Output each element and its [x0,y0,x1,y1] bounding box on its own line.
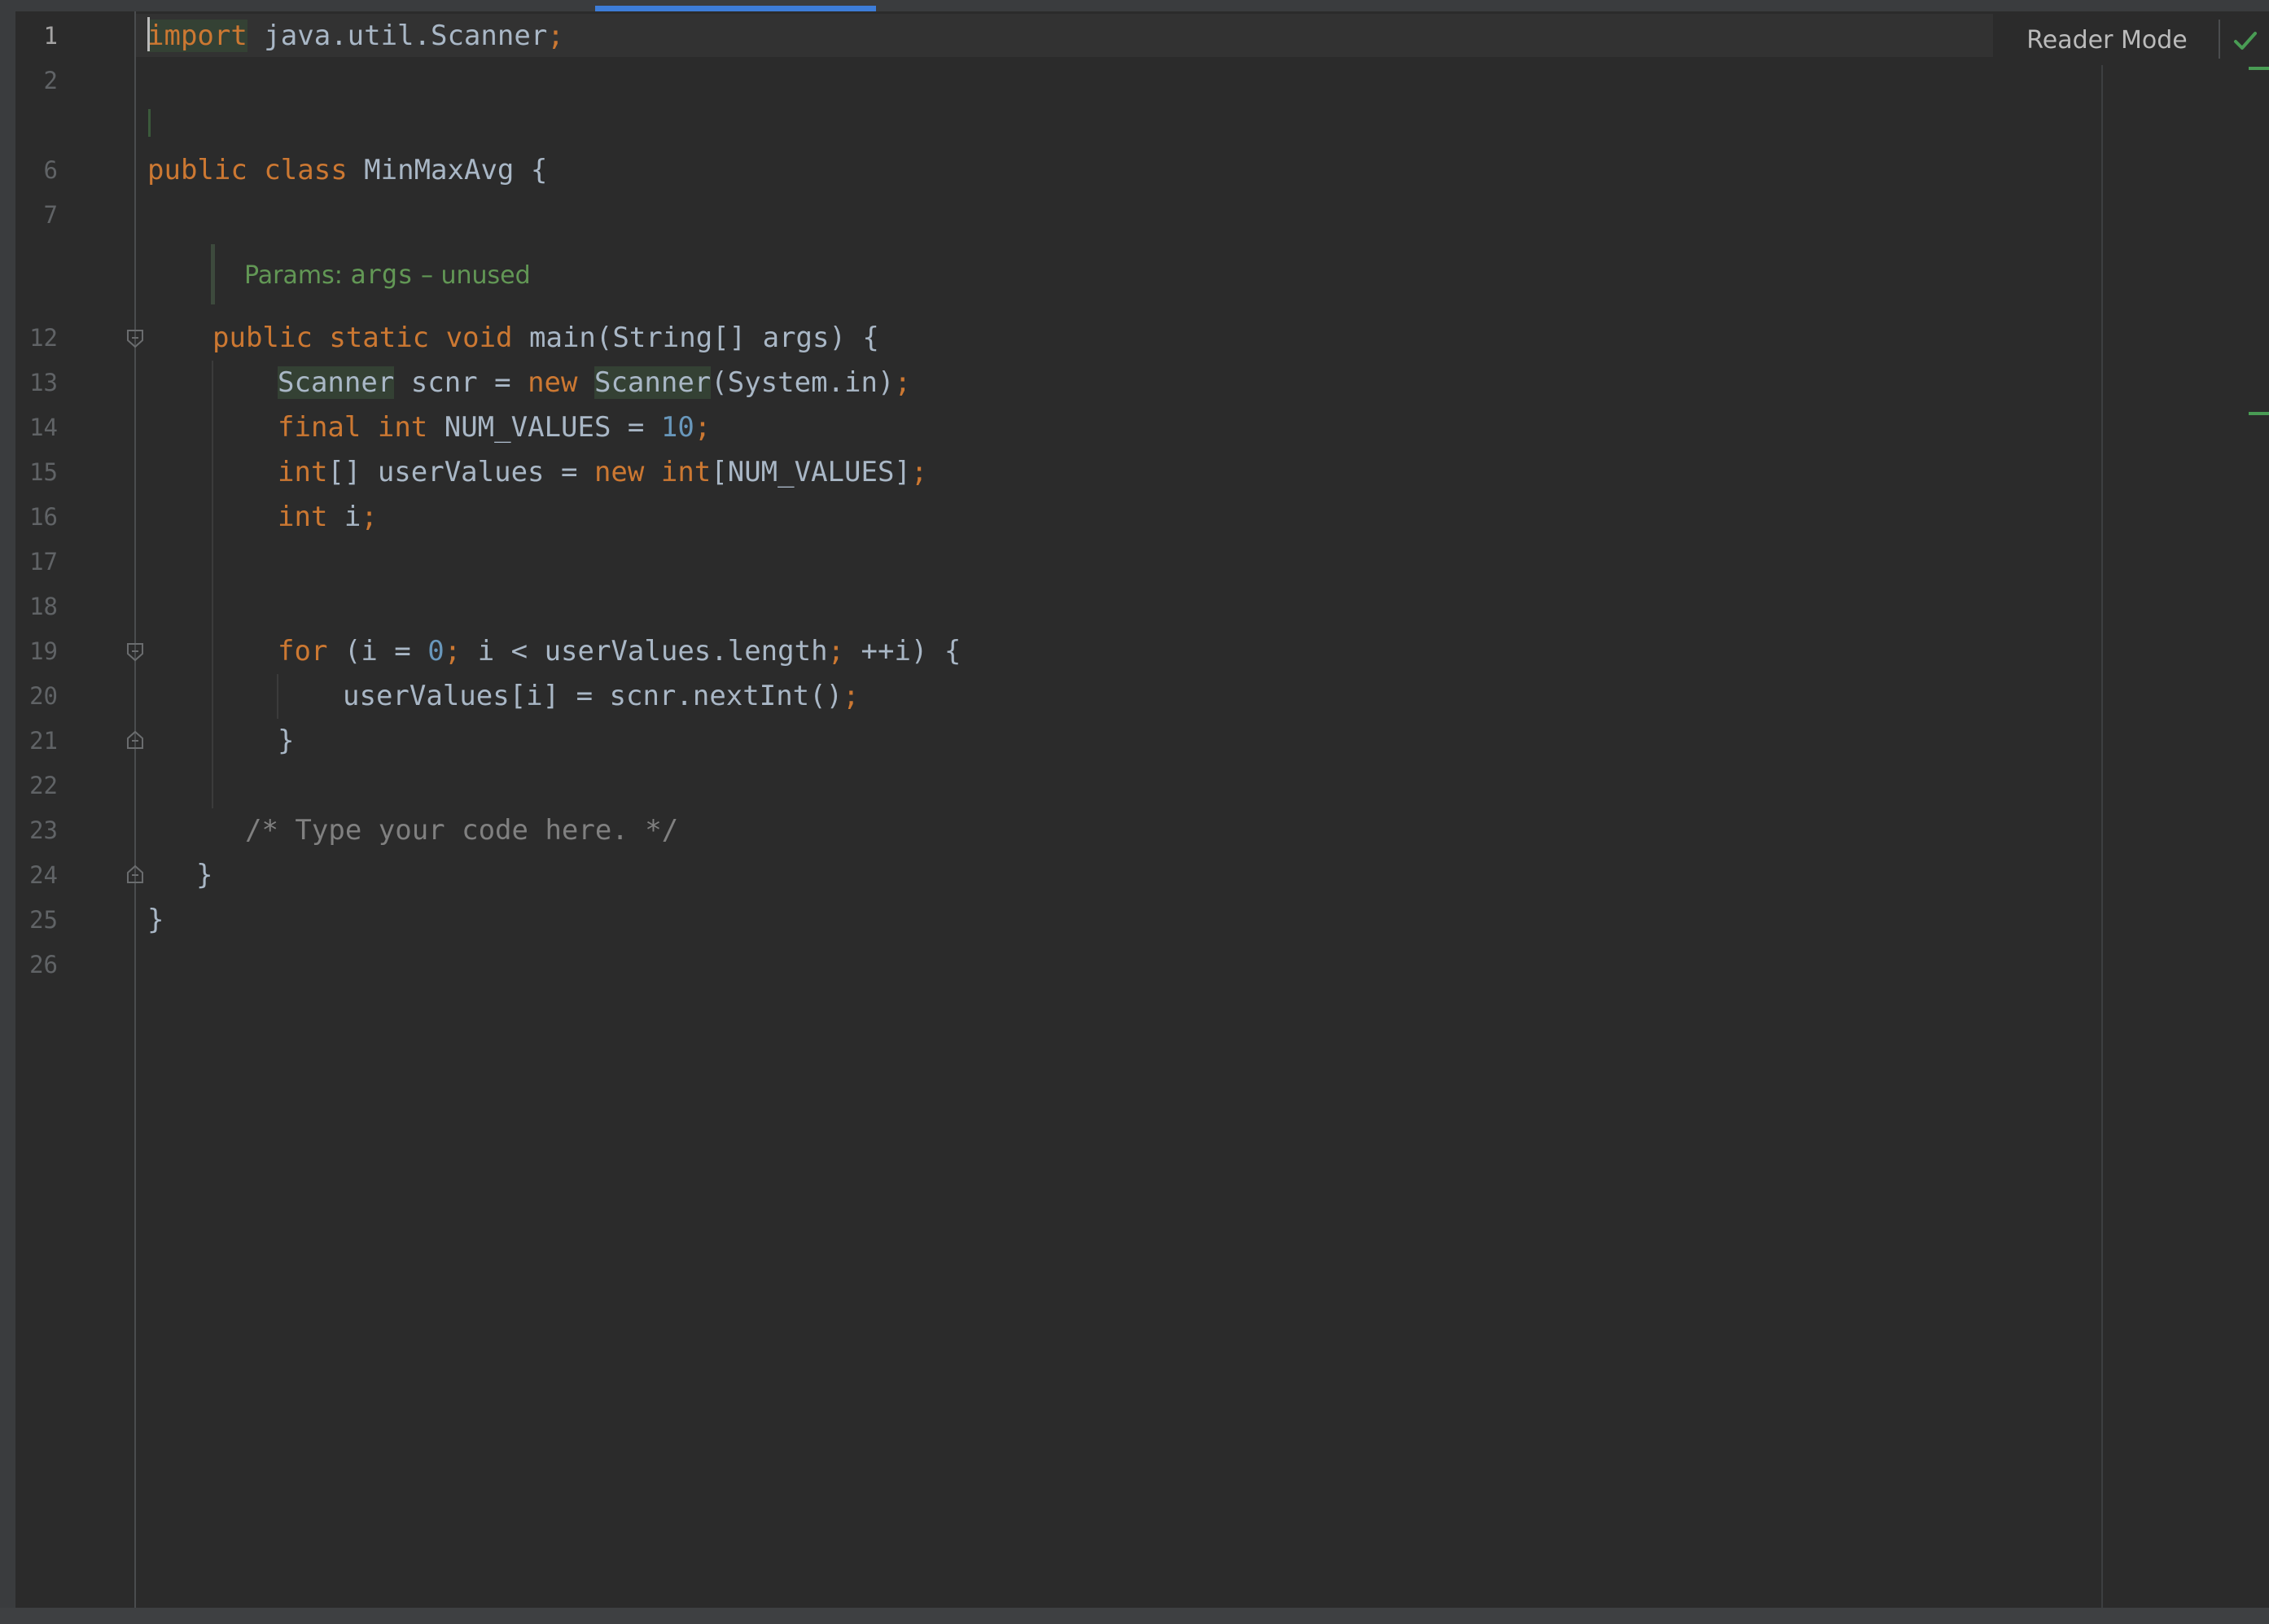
line-number: 6 [43,156,58,184]
line-number: 23 [29,816,58,844]
fold-collapse-icon[interactable] [125,641,146,663]
code-line-20[interactable]: userValues[i] = scnr.nextInt(); [343,674,860,719]
code-editor[interactable]: 1 2 6 7 12 13 14 15 16 17 18 19 20 21 22… [0,0,2269,1624]
bottom-status-strip [0,1608,2269,1624]
code-line-21[interactable]: } [278,719,294,764]
toolbar-separator [2219,20,2220,59]
scrollbar-change-marker[interactable] [2249,412,2269,415]
scrollbar-change-marker[interactable] [2249,67,2269,70]
line-number: 18 [29,593,58,620]
left-tool-strip [0,0,15,1624]
line-number: 21 [29,727,58,755]
line-number: 25 [29,906,58,934]
fold-end-icon[interactable] [125,729,146,751]
code-line-24[interactable]: } [196,853,212,898]
code-line-16[interactable]: int i; [278,495,378,540]
inlay-hint-bar [211,244,215,304]
code-line-13[interactable]: Scanner scnr = new Scanner(System.in); [278,361,911,405]
fold-collapse-icon[interactable] [125,328,146,349]
line-number: 24 [29,861,58,889]
code-line-14[interactable]: final int NUM_VALUES = 10; [278,405,711,450]
active-tab-indicator [595,6,876,11]
line-number: 14 [29,414,58,441]
code-line-23[interactable]: /* Type your code here. */ [245,808,678,853]
fold-end-icon[interactable] [125,864,146,885]
import-keyword: import [147,20,247,52]
line-number: 20 [29,682,58,710]
indent-guide [277,674,278,719]
check-icon[interactable] [2231,26,2260,55]
line-number: 17 [29,548,58,576]
text-caret [147,17,150,51]
line-number: 13 [29,369,58,396]
line-number: 22 [29,772,58,799]
line-number: 2 [43,67,58,94]
right-margin-guide [2101,49,2103,1608]
param-inlay-hint: Params: args – unused [244,259,531,290]
code-line-1[interactable]: import java.util.Scanner; [147,14,564,59]
code-line-6[interactable]: public class MinMaxAvg { [147,148,547,193]
gutter-divider [134,11,136,1608]
empty-line-marker [148,109,151,137]
code-line-15[interactable]: int[] userValues = new int[NUM_VALUES]; [278,450,927,495]
tab-bar [0,0,2269,11]
reader-mode-button[interactable]: Reader Mode [1993,16,2221,65]
line-number: 1 [43,22,58,50]
indent-guide [212,361,213,808]
line-number: 12 [29,324,58,352]
code-line-12[interactable]: public static void main(String[] args) { [212,316,879,361]
line-number: 26 [29,951,58,978]
line-number: 7 [43,201,58,229]
code-line-25[interactable]: } [147,898,164,943]
line-number: 19 [29,637,58,665]
line-number: 16 [29,503,58,531]
line-number: 15 [29,458,58,486]
code-line-19[interactable]: for (i = 0; i < userValues.length; ++i) … [278,629,961,674]
